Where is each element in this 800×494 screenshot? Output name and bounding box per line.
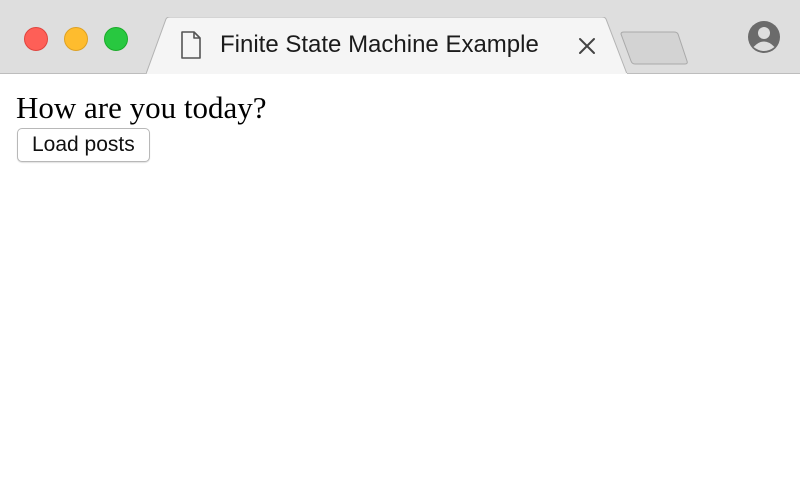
window-minimize-button[interactable]: [64, 27, 88, 51]
browser-tab-active[interactable]: Finite State Machine Example: [146, 17, 628, 75]
load-posts-button[interactable]: Load posts: [17, 128, 150, 162]
document-icon: [180, 31, 202, 64]
page-heading: How are you today?: [16, 90, 267, 125]
page-content: How are you today? Load posts: [0, 74, 800, 494]
close-icon[interactable]: [576, 35, 598, 57]
new-tab-icon[interactable]: [620, 30, 690, 66]
window-close-button[interactable]: [24, 27, 48, 51]
profile-icon[interactable]: [747, 20, 781, 54]
tab-title: Finite State Machine Example: [220, 31, 539, 58]
window-maximize-button[interactable]: [104, 27, 128, 51]
browser-titlebar: Finite State Machine Example: [0, 0, 800, 75]
